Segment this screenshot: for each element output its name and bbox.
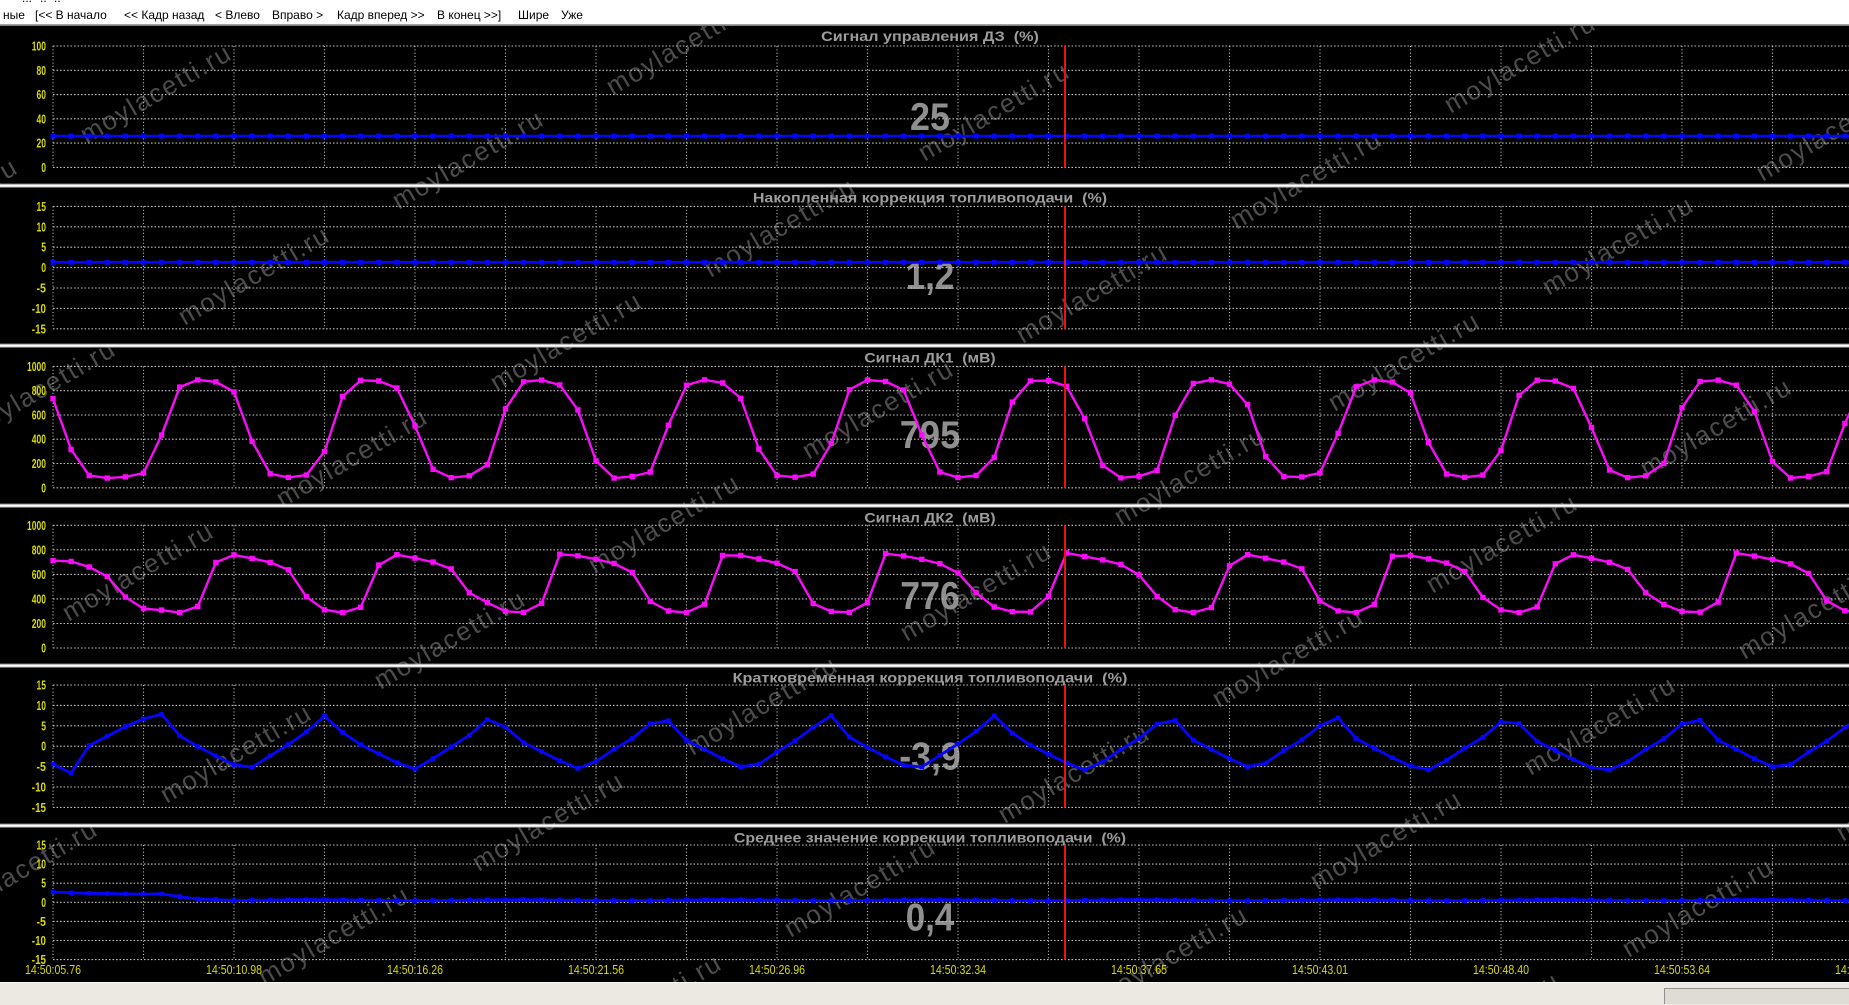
svg-text:0,4: 0,4 <box>906 896 955 939</box>
svg-text:5: 5 <box>41 241 46 255</box>
svg-text:600: 600 <box>32 568 46 582</box>
svg-text:0: 0 <box>41 161 46 175</box>
svg-text:10: 10 <box>37 699 47 713</box>
svg-text:-5: -5 <box>37 282 47 296</box>
svg-text:1000: 1000 <box>27 519 46 533</box>
svg-text:776: 776 <box>900 575 960 618</box>
svg-text:0: 0 <box>41 642 46 656</box>
svg-text:0: 0 <box>41 481 46 495</box>
svg-text:200: 200 <box>32 617 46 631</box>
svg-text:14:50:05.76: 14:50:05.76 <box>25 963 81 977</box>
svg-text:-10: -10 <box>32 934 46 948</box>
svg-text:800: 800 <box>32 384 46 398</box>
svg-text:-3,9: -3,9 <box>899 735 961 778</box>
svg-text:14:50:58.88: 14:50:58.88 <box>1835 963 1849 977</box>
svg-text:14:50:48.40: 14:50:48.40 <box>1473 963 1529 977</box>
svg-text:60: 60 <box>37 88 47 102</box>
svg-text:Сигнал управления ДЗ (%): Сигнал управления ДЗ (%) <box>821 28 1039 44</box>
svg-text:Сигнал ДК2 (мВ): Сигнал ДК2 (мВ) <box>864 510 995 526</box>
svg-text:Сигнал ДК1 (мВ): Сигнал ДК1 (мВ) <box>864 350 995 366</box>
svg-text:15: 15 <box>37 679 47 693</box>
svg-text:80: 80 <box>37 64 47 78</box>
svg-text:14:50:32.34: 14:50:32.34 <box>930 963 986 977</box>
svg-text:400: 400 <box>32 592 46 606</box>
svg-text:14:50:26.96: 14:50:26.96 <box>749 963 805 977</box>
svg-text:15: 15 <box>37 839 47 853</box>
svg-text:-5: -5 <box>37 760 47 774</box>
svg-text:600: 600 <box>32 409 46 423</box>
svg-text:40: 40 <box>37 112 47 126</box>
svg-text:10: 10 <box>37 220 47 234</box>
svg-text:-10: -10 <box>32 781 46 795</box>
svg-text:200: 200 <box>32 457 46 471</box>
svg-text:-15: -15 <box>32 322 46 336</box>
svg-text:5: 5 <box>41 877 46 891</box>
svg-text:0: 0 <box>41 896 46 910</box>
svg-text:0: 0 <box>41 740 46 754</box>
svg-text:Кратковременная коррекция топл: Кратковременная коррекция топливоподачи … <box>733 670 1128 686</box>
svg-text:14:50:21.56: 14:50:21.56 <box>568 963 624 977</box>
svg-text:Накопленная коррекция топливоп: Накопленная коррекция топливоподачи (%) <box>753 190 1107 206</box>
svg-text:14:50:37.65: 14:50:37.65 <box>1111 963 1167 977</box>
svg-text:14:50:53.64: 14:50:53.64 <box>1654 963 1710 977</box>
svg-text:14:50:10.98: 14:50:10.98 <box>206 963 262 977</box>
svg-text:20: 20 <box>37 137 47 151</box>
svg-text:1000: 1000 <box>27 360 46 374</box>
svg-text:15: 15 <box>37 200 47 214</box>
svg-text:10: 10 <box>37 858 47 872</box>
svg-text:800: 800 <box>32 543 46 557</box>
svg-text:25: 25 <box>910 96 950 139</box>
svg-text:400: 400 <box>32 433 46 447</box>
svg-text:5: 5 <box>41 719 46 733</box>
svg-text:-15: -15 <box>32 801 46 815</box>
svg-text:14:50:16.26: 14:50:16.26 <box>387 963 443 977</box>
svg-text:Среднее значение коррекции топ: Среднее значение коррекции топливоподачи… <box>734 830 1126 846</box>
svg-text:100: 100 <box>32 40 46 54</box>
svg-text:14:50:43.01: 14:50:43.01 <box>1292 963 1348 977</box>
svg-text:-5: -5 <box>37 915 47 929</box>
svg-text:-10: -10 <box>32 302 46 316</box>
svg-text:0: 0 <box>41 261 46 275</box>
